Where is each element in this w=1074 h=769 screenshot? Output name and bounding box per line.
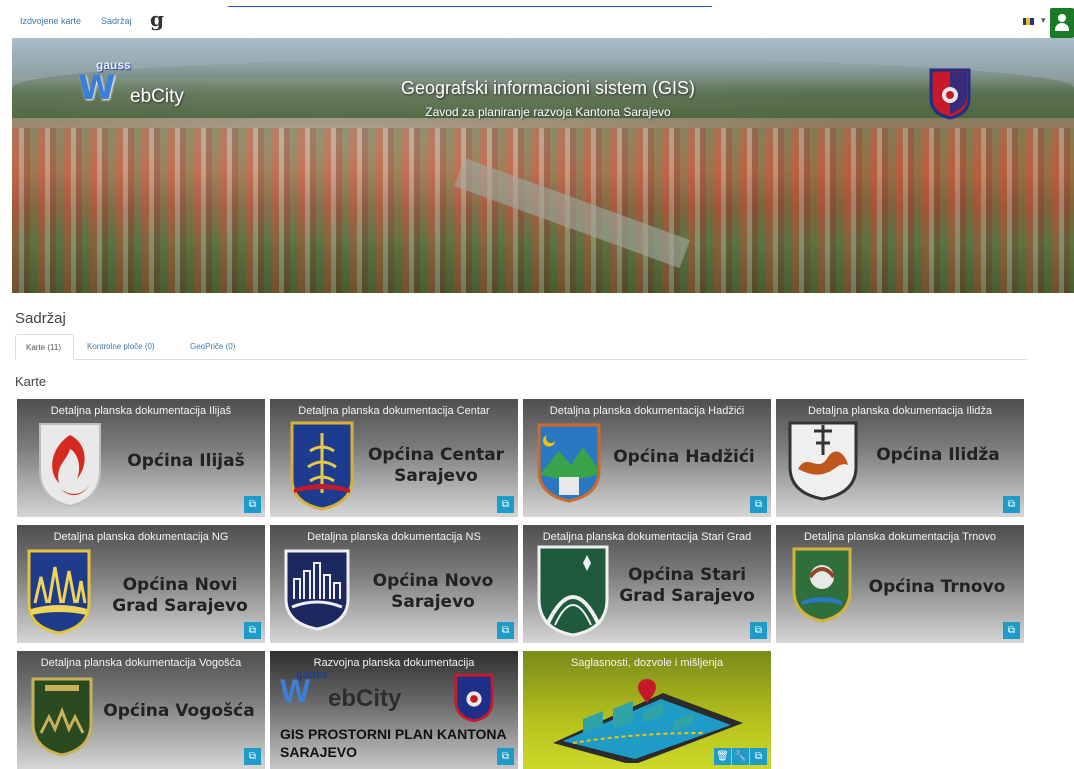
open-map-icon[interactable]: ⧉ [750,748,767,765]
open-map-icon[interactable]: ⧉ [750,622,767,639]
hadzici-crest-icon [537,423,601,503]
gauss-logo[interactable]: g [150,7,164,31]
open-map-icon[interactable]: ⧉ [244,622,261,639]
map-card-hadzici[interactable]: Detaljna planska dokumentacija Hadžići O… [523,399,771,517]
card-title: Općina Novi Grad Sarajevo [112,575,248,616]
stari-grad-crest-icon [537,545,609,637]
nav-content[interactable]: Sadržaj [101,16,132,26]
user-icon[interactable] [1050,8,1074,38]
maps-section-title: Karte [15,374,47,389]
tab-dashboards[interactable]: Kontrolne ploče (0) [77,334,172,360]
card-title: Općina Trnovo [868,577,1006,597]
map-card-novo-sarajevo[interactable]: Detaljna planska dokumentacija NS Općina… [270,525,518,643]
card-title: Općina Stari Grad Sarajevo [619,565,755,606]
card-logo-rest: ebCity [328,685,402,712]
card-title: Općina Vogošća [103,701,255,721]
open-map-icon[interactable]: ⧉ [1003,496,1020,513]
card-caption: Detaljna planska dokumentacija Ilijaš [50,405,232,417]
open-map-icon[interactable]: ⧉ [497,622,514,639]
ilijas-crest-icon [39,423,101,508]
content-title: Sadržaj [15,310,66,327]
card-caption: Detaljna planska dokumentacija Hadžići [549,405,745,417]
nav-featured-maps[interactable]: Izdvojene karte [20,16,81,26]
flag-icon[interactable] [1023,18,1034,25]
card-caption: Detaljna planska dokumentacija Trnovo [803,531,996,543]
content-tabs: Karte (11) Kontrolne ploče (0) GeoPriče … [15,334,1027,360]
card-webcity-logo: gauss W ebCity [278,669,428,717]
canton-crest-icon [929,68,971,120]
novi-grad-crest-icon [27,549,91,635]
map-card-stari-grad[interactable]: Detaljna planska dokumentacija Stari Gra… [523,525,771,643]
user-icon-body [1055,23,1069,31]
map-card-approvals[interactable]: Saglasnosti, dozvole i mišljenja 🗑 🔧 ⧉ [523,651,771,769]
map-card-development-plan[interactable]: Razvojna planska dokumentacija gauss W e… [270,651,518,769]
map-card-ilidza[interactable]: Detaljna planska dokumentacija Ilidža Op… [776,399,1024,517]
wrench-icon[interactable]: 🔧 [732,748,749,765]
map-card-vogosca[interactable]: Detaljna planska dokumentacija Vogošća O… [17,651,265,769]
card-caption: Detaljna planska dokumentacija Stari Gra… [542,531,752,543]
card-caption: Detaljna planska dokumentacija NS [307,531,481,543]
open-map-icon[interactable]: ⧉ [497,748,514,765]
card-title: Općina Centar Sarajevo [367,445,505,486]
user-icon-head [1058,14,1066,22]
card-title: Općina Novo Sarajevo [372,571,494,612]
open-map-icon[interactable]: ⧉ [497,496,514,513]
open-map-icon[interactable]: ⧉ [244,496,261,513]
hero-title: Geografski informacioni sistem (GIS) [400,78,696,98]
open-map-icon[interactable]: ⧉ [244,748,261,765]
card-caption: Detaljna planska dokumentacija Ilidža [807,405,993,417]
link-underline [228,6,712,7]
open-map-icon[interactable]: ⧉ [1003,622,1020,639]
map-card-trnovo[interactable]: Detaljna planska dokumentacija Trnovo Op… [776,525,1024,643]
map-card-centar[interactable]: Detaljna planska dokumentacija Centar Op… [270,399,518,517]
map-card-ilijas[interactable]: Detaljna planska dokumentacija Ilijaš Op… [17,399,265,517]
tab-geostories[interactable]: GeoPriče (0) [180,334,260,360]
canton-crest-small-icon [454,673,494,723]
main-nav: Izdvojene karte Sadržaj [20,16,132,26]
card-caption: Razvojna planska dokumentacija [313,657,475,669]
novo-sarajevo-crest-icon [284,549,350,631]
tab-maps[interactable]: Karte (11) [15,334,74,360]
hero-subtitle: Zavod za planiranje razvoja Kantona Sara… [425,105,671,119]
open-map-icon[interactable]: ⧉ [750,496,767,513]
ilidza-crest-icon [788,421,858,501]
vogosca-crest-icon [31,677,93,757]
card-caption: Detaljna planska dokumentacija NG [53,531,229,543]
card-title: Općina Ilijaš [127,451,245,471]
hero-banner: gauss W ebCity Geografski informacioni s… [12,38,1074,293]
chevron-down-icon[interactable]: ▾ [1041,15,1046,26]
delete-icon[interactable]: 🗑 [714,748,731,765]
card-caption: Saglasnosti, dozvole i mišljenja [570,657,724,669]
trnovo-crest-icon [792,547,852,623]
card-caption: Detaljna planska dokumentacija Vogošća [40,657,242,669]
card-logo-w: W [280,673,311,709]
card-title: Općina Hadžići [613,447,755,467]
top-navigation-bar: Izdvojene karte Sadržaj g ▾ [0,0,1074,40]
card-title: GIS PROSTORNI PLAN KANTONA SARAJEVO [280,726,507,760]
map-card-novi-grad[interactable]: Detaljna planska dokumentacija NG Općina… [17,525,265,643]
card-caption: Detaljna planska dokumentacija Centar [298,405,490,417]
card-title: Općina Ilidža [876,445,1000,465]
centar-crest-icon [290,421,354,511]
